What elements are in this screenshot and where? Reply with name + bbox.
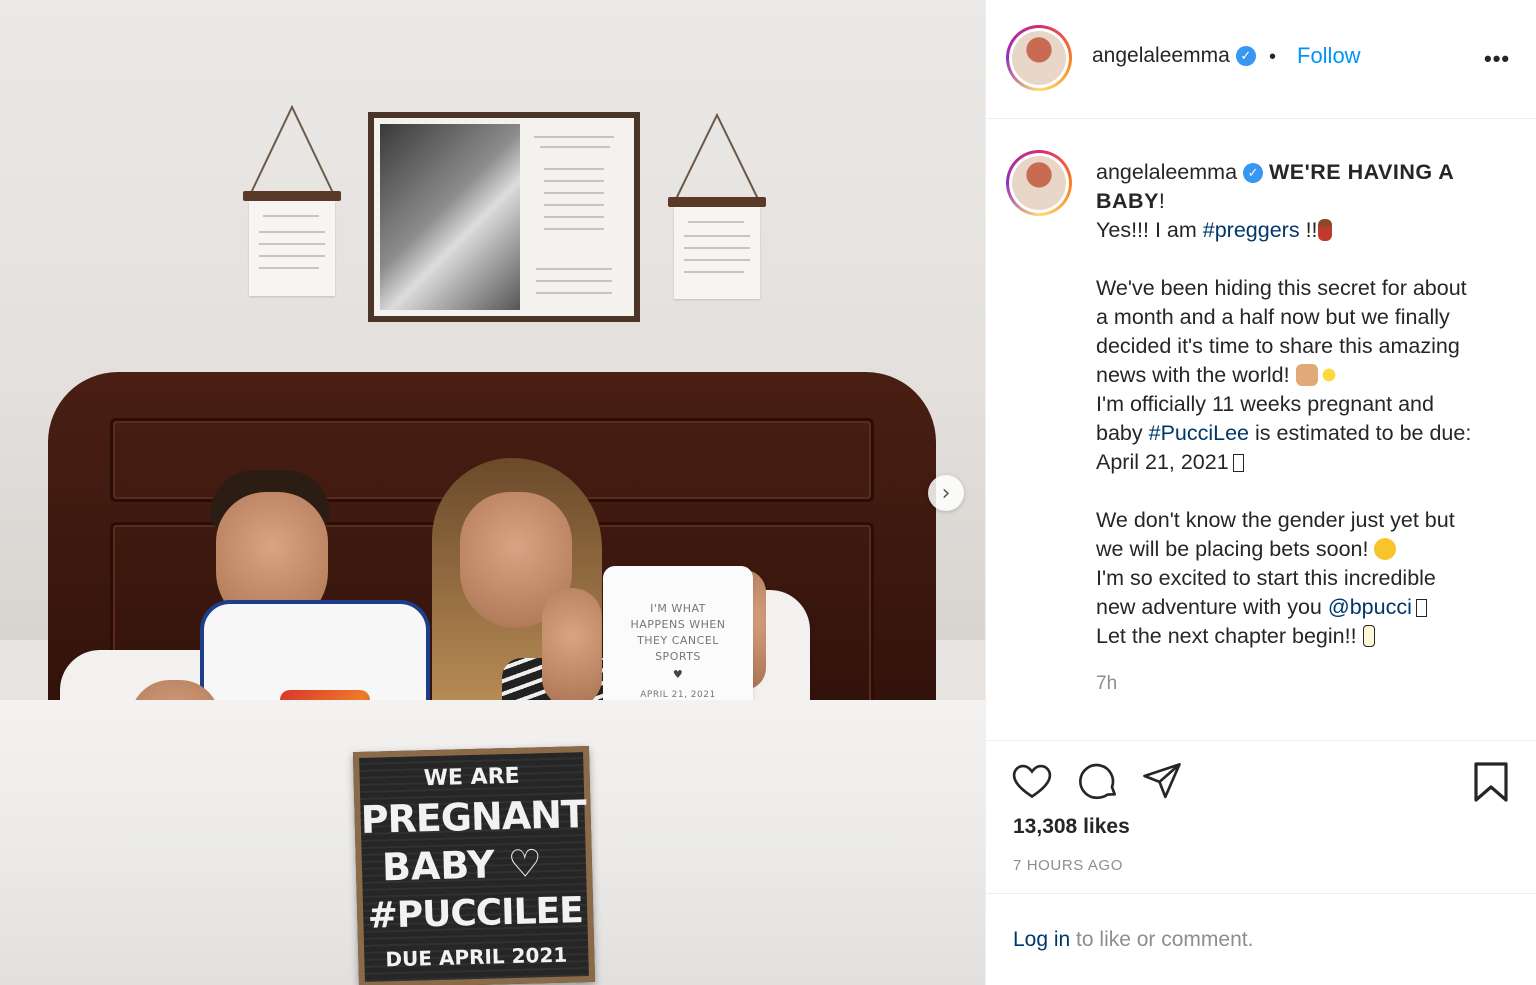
verified-badge-icon: ✓ <box>1243 163 1264 184</box>
missing-glyph-icon <box>1232 454 1244 472</box>
caption-text: we will be placing bets soon! <box>1096 537 1375 561</box>
caption-text: decided it's time to share this amazing <box>1096 334 1460 358</box>
letterboard-line: WE ARE <box>423 763 520 792</box>
bookmark-icon[interactable] <box>1472 761 1510 808</box>
caption-text: ! <box>1158 189 1165 213</box>
mention-link[interactable]: @bpucci <box>1328 595 1412 619</box>
caption-text: I'm so excited to start this incredible <box>1096 566 1436 590</box>
caption-text: baby <box>1096 421 1149 445</box>
caption-text: is estimated to be due: <box>1249 421 1472 445</box>
hashtag-link[interactable]: #PucciLee <box>1149 421 1249 445</box>
framed-wedding-photo <box>368 112 640 322</box>
right-wall-print <box>668 113 766 303</box>
caption-text: We don't know the gender just yet but <box>1096 508 1455 532</box>
caption-text: new adventure with you <box>1096 595 1328 619</box>
likes-count[interactable]: 13,308 likes <box>1013 815 1130 839</box>
caption-headline: WE'RE HAVING A <box>1269 160 1455 184</box>
letterboard-sign: WE ARE PREGNANT BABY ♡ #PUCCILEE DUE APR… <box>352 745 596 985</box>
caption-text: Yes!!! I am <box>1096 218 1203 242</box>
caption-text: We've been hiding this secret for about <box>1096 276 1467 300</box>
login-prompt: Log in to like or comment. <box>986 893 1536 985</box>
onesie-line: I'M WHAT <box>650 602 706 615</box>
post-photo[interactable]: I'M WHAT HAPPENS WHEN THEY CANCEL SPORTS… <box>0 0 985 985</box>
username-link[interactable]: angelaleemma <box>1092 44 1230 67</box>
paper-plane-icon[interactable] <box>1142 761 1182 806</box>
caption: angelaleemma ✓ WE'RE HAVING A BABY! Yes!!… <box>1096 158 1506 651</box>
separator-dot: • <box>1269 46 1277 68</box>
baby-bottle-emoji-icon <box>1362 625 1375 647</box>
caption-headline: BABY <box>1096 189 1159 213</box>
post-sidebar: angelaleemma ✓ • Follow ••• angelaleemma ✓… <box>985 0 1536 985</box>
caption-text: !! <box>1299 218 1318 242</box>
onesie-line: HAPPENS WHEN <box>630 618 726 631</box>
letterboard-line: #PUCCILEE <box>367 890 584 937</box>
post-timestamp: 7 HOURS AGO <box>1013 857 1123 874</box>
raised-hands-emoji-icon <box>1295 364 1318 386</box>
login-link[interactable]: Log in <box>1013 928 1070 951</box>
winking-face-emoji-icon <box>1374 538 1397 560</box>
heart-icon[interactable] <box>1012 761 1052 806</box>
onesie-line: SPORTS <box>655 650 701 663</box>
chevron-right-icon: › <box>941 480 951 506</box>
comment-icon[interactable] <box>1078 761 1118 806</box>
caption-text: April 21, 2021 <box>1096 450 1229 474</box>
hanging-string <box>250 105 334 194</box>
carousel-next-button[interactable]: › <box>928 475 964 511</box>
follow-button[interactable]: Follow <box>1297 43 1361 69</box>
letterboard-line: DUE APRIL 2021 <box>385 942 568 972</box>
caption-text: a month and a half now but we finally <box>1096 305 1450 329</box>
post-header: angelaleemma ✓ • Follow ••• <box>986 0 1536 119</box>
caption-text: news with the world! <box>1096 363 1296 387</box>
more-options-icon[interactable]: ••• <box>1484 46 1510 72</box>
caption-timestamp[interactable]: 7h <box>1096 673 1117 695</box>
caption-avatar[interactable] <box>1006 150 1072 216</box>
header-username-block: angelaleemma ✓ <box>1092 44 1256 68</box>
sparkles-emoji-icon <box>1317 364 1340 386</box>
login-prompt-text: to like or comment. <box>1070 928 1254 951</box>
left-wall-print <box>243 105 341 300</box>
pregnant-woman-emoji-icon <box>1317 219 1332 241</box>
caption-text: Let the next chapter begin!! <box>1096 624 1363 648</box>
onesie-line: THEY CANCEL <box>637 634 719 647</box>
caption-text: I'm officially 11 weeks pregnant and <box>1096 392 1434 416</box>
hashtag-link[interactable]: #preggers <box>1203 218 1300 242</box>
avatar[interactable] <box>1006 25 1072 91</box>
onesie-heart: ♥ <box>672 668 684 681</box>
verified-badge-icon: ✓ <box>1235 46 1256 67</box>
letterboard-line: PREGNANT <box>360 792 587 842</box>
missing-glyph-icon <box>1415 599 1427 617</box>
caption-username[interactable]: angelaleemma <box>1096 160 1237 184</box>
hanging-string <box>675 113 759 200</box>
letterboard-line: BABY ♡ <box>381 841 543 890</box>
